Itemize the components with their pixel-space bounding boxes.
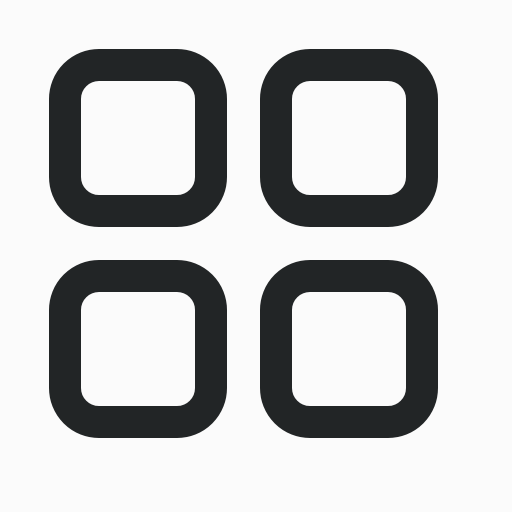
top-left-square: [49, 49, 227, 227]
bottom-left-square: [49, 260, 227, 438]
grid-view-icon: [0, 0, 512, 512]
icon-canvas: [0, 0, 512, 512]
top-right-square: [260, 49, 438, 227]
bottom-right-square: [260, 260, 438, 438]
